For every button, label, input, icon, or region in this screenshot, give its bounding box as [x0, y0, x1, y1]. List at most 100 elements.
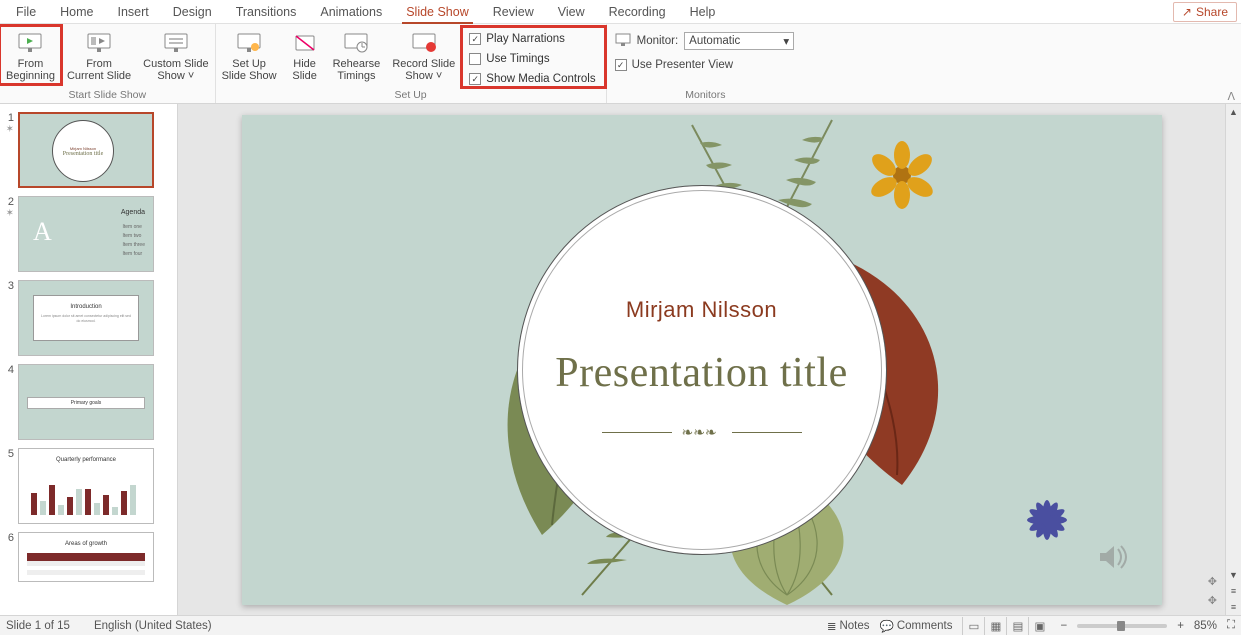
- fit-slide-icon[interactable]: ✥: [1208, 575, 1217, 588]
- share-icon: ↗: [1182, 5, 1192, 19]
- comments-label: Comments: [897, 620, 953, 632]
- tab-design[interactable]: Design: [161, 1, 224, 23]
- play-narrations-checkbox[interactable]: ✓ Play Narrations: [469, 30, 595, 48]
- thumb-title: Primary goals: [27, 397, 145, 409]
- prev-slide-icon[interactable]: ≡: [1226, 583, 1241, 599]
- use-timings-checkbox[interactable]: Use Timings: [469, 50, 595, 68]
- thumb-number: 4: [2, 364, 14, 376]
- tab-animations[interactable]: Animations: [308, 1, 394, 23]
- tab-help[interactable]: Help: [678, 1, 728, 23]
- from-current-button[interactable]: From Current Slide: [61, 26, 137, 84]
- share-label: Share: [1196, 5, 1228, 19]
- scroll-down-icon[interactable]: ▼: [1226, 567, 1241, 583]
- monitor-value: Automatic: [689, 35, 740, 47]
- monitor-icon: [615, 33, 631, 50]
- notes-icon: ≣: [827, 619, 837, 633]
- thumbnail-6[interactable]: Areas of growth: [18, 532, 154, 582]
- ribbon-group-monitors: Monitor: Automatic ▾ ✓ Use Presenter Vie…: [607, 24, 805, 103]
- monitor-label: Monitor:: [637, 35, 679, 47]
- custom-show-icon: [162, 30, 190, 56]
- thumb-title: Quarterly performance: [19, 457, 153, 463]
- ribbon-group-start: From Beginning From Current Slide Custom…: [0, 24, 216, 103]
- thumbnail-5[interactable]: Quarterly performance: [18, 448, 154, 524]
- sorter-view-button[interactable]: ▦: [984, 617, 1006, 635]
- tab-recording[interactable]: Recording: [597, 1, 678, 23]
- hide-slide-button[interactable]: Hide Slide: [283, 26, 327, 84]
- from-beginning-button[interactable]: From Beginning: [0, 26, 61, 84]
- slideshow-view-button[interactable]: ▣: [1028, 617, 1050, 635]
- zoom-value: 85%: [1194, 620, 1217, 632]
- thumbnail-3[interactable]: IntroductionLorem ipsum dolor sit amet c…: [18, 280, 154, 356]
- notes-label: Notes: [839, 620, 869, 632]
- thumb-title: Agenda: [121, 209, 145, 216]
- animation-star-icon: ✶: [2, 124, 14, 135]
- view-buttons: ▭ ▦ ▤ ▣: [962, 617, 1050, 635]
- presenter-view-checkbox[interactable]: ✓ Use Presenter View: [615, 56, 795, 74]
- custom-show-button[interactable]: Custom Slide Show ˅: [137, 26, 214, 84]
- zoom-slider[interactable]: [1077, 624, 1167, 628]
- vertical-scrollbar[interactable]: ▲ ▼ ≡ ≡: [1225, 104, 1241, 615]
- fit-window-button[interactable]: ⛶: [1227, 619, 1235, 632]
- hide-slide-label: Hide Slide: [292, 58, 316, 82]
- zoom-in-button[interactable]: +: [1177, 620, 1184, 632]
- checkbox-icon: ✓: [469, 33, 481, 45]
- animation-star-icon: ✶: [2, 208, 14, 219]
- set-up-label: Set Up Slide Show: [222, 58, 277, 82]
- thumbnail-4[interactable]: Primary goals: [18, 364, 154, 440]
- monitor-select[interactable]: Automatic ▾: [684, 32, 794, 50]
- tab-slide-show[interactable]: Slide Show: [394, 1, 481, 23]
- ribbon-tabs: File Home Insert Design Transitions Anim…: [0, 0, 1241, 24]
- collapse-ribbon-button[interactable]: ᐱ: [1227, 90, 1235, 103]
- thumb-title: Areas of growth: [19, 541, 153, 547]
- workspace: 1✶ Mirjam NilssonPresentation title 2✶ A…: [0, 104, 1241, 615]
- tab-home[interactable]: Home: [48, 1, 105, 23]
- tab-transitions[interactable]: Transitions: [224, 1, 309, 23]
- checkbox-icon: ✓: [615, 59, 627, 71]
- normal-view-button[interactable]: ▭: [962, 617, 984, 635]
- notes-button[interactable]: ≣Notes: [827, 619, 870, 633]
- ribbon-group-monitors-label: Monitors: [607, 88, 805, 103]
- thumb-number: 1: [2, 112, 14, 124]
- slide-canvas[interactable]: Mirjam Nilsson Presentation title ❧❧❧ ✥ …: [178, 104, 1225, 615]
- thumb-number: 2: [2, 196, 14, 208]
- next-slide-icon[interactable]: ≡: [1226, 599, 1241, 615]
- divider-icon: ❧❧❧: [602, 423, 802, 443]
- tab-file[interactable]: File: [4, 1, 48, 23]
- checkbox-icon: ✓: [469, 73, 481, 85]
- from-beginning-icon: [16, 30, 44, 56]
- purple-flower-icon: [982, 455, 1112, 585]
- ribbon: From Beginning From Current Slide Custom…: [0, 24, 1241, 104]
- play-narrations-label: Play Narrations: [486, 33, 565, 45]
- thumbnail-2[interactable]: A Agenda Item oneItem twoItem threeItem …: [18, 196, 154, 272]
- slide-author: Mirjam Nilsson: [626, 297, 777, 323]
- reading-view-button[interactable]: ▤: [1006, 617, 1028, 635]
- playback-options: ✓ Play Narrations Use Timings ✓ Show Med…: [461, 26, 605, 88]
- record-button[interactable]: Record Slide Show ˅: [386, 26, 461, 84]
- tab-view[interactable]: View: [546, 1, 597, 23]
- set-up-button[interactable]: Set Up Slide Show: [216, 26, 283, 84]
- scroll-up-icon[interactable]: ▲: [1226, 104, 1241, 120]
- rehearse-button[interactable]: Rehearse Timings: [327, 26, 387, 84]
- thumb-title: Introduction: [70, 304, 101, 310]
- thumb-number: 5: [2, 448, 14, 460]
- thumbnail-1[interactable]: Mirjam NilssonPresentation title: [18, 112, 154, 188]
- canvas-tools: ✥ ✥: [1208, 575, 1217, 607]
- zoom-out-button[interactable]: −: [1060, 620, 1067, 632]
- use-timings-label: Use Timings: [486, 53, 549, 65]
- slide-title: Presentation title: [555, 349, 847, 397]
- rehearse-label: Rehearse Timings: [333, 58, 381, 82]
- status-language[interactable]: English (United States): [94, 620, 212, 632]
- comments-button[interactable]: 💬Comments: [880, 619, 953, 633]
- chevron-down-icon: ▾: [783, 34, 789, 48]
- zoom-reset-icon[interactable]: ✥: [1208, 594, 1217, 607]
- audio-icon[interactable]: [1094, 539, 1130, 575]
- tab-insert[interactable]: Insert: [106, 1, 161, 23]
- share-button[interactable]: ↗ Share: [1173, 2, 1237, 22]
- record-icon: [410, 30, 438, 56]
- tab-review[interactable]: Review: [481, 1, 546, 23]
- presenter-view-label: Use Presenter View: [632, 59, 733, 71]
- comments-icon: 💬: [880, 619, 894, 633]
- title-circle: Mirjam Nilsson Presentation title ❧❧❧: [517, 185, 887, 555]
- slide-thumbnails: 1✶ Mirjam NilssonPresentation title 2✶ A…: [0, 104, 178, 615]
- show-media-checkbox[interactable]: ✓ Show Media Controls: [469, 70, 595, 88]
